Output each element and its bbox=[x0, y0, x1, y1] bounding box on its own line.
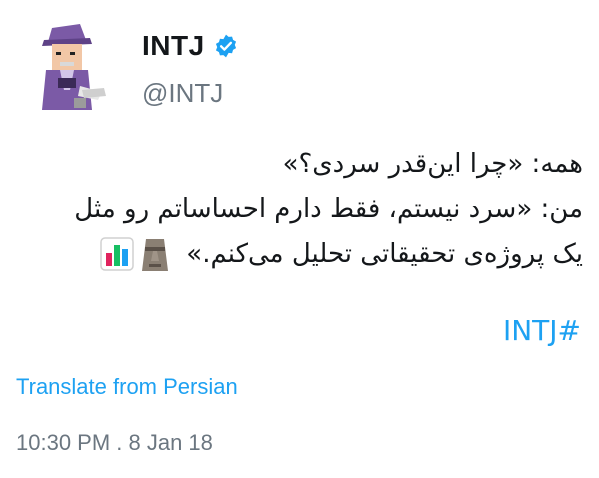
avatar-illustration bbox=[42, 24, 106, 110]
tweet-text: همه: «چرا این‌قدر سردی؟» من: «سرد نیستم،… bbox=[13, 142, 583, 277]
tweet-line: من: «سرد نیستم، فقط دارم احساساتم رو مثل bbox=[74, 194, 583, 224]
account-name[interactable]: INTJ bbox=[142, 30, 205, 62]
account-name-row[interactable]: INTJ bbox=[142, 30, 239, 62]
account-handle[interactable]: @INTJ bbox=[142, 78, 223, 109]
tweet-timestamp[interactable]: 10:30 PM . 8 Jan 18 bbox=[16, 430, 213, 456]
tweet-line: همه: «چرا این‌قدر سردی؟» bbox=[282, 149, 583, 179]
hashtag-link[interactable]: INTJ# bbox=[503, 314, 581, 347]
avatar[interactable] bbox=[30, 18, 112, 118]
tweet-line-with-emoji: یک پروژه‌ی تحقیقاتی تحلیل می‌کنم.» bbox=[13, 232, 583, 277]
emoji-group bbox=[100, 236, 170, 273]
moai-icon bbox=[142, 238, 169, 271]
translate-link[interactable]: Translate from Persian bbox=[16, 374, 238, 400]
bar-chart-icon bbox=[100, 236, 134, 271]
tweet-line: یک پروژه‌ی تحقیقاتی تحلیل می‌کنم.» bbox=[186, 239, 583, 269]
verified-badge-icon bbox=[215, 34, 236, 58]
